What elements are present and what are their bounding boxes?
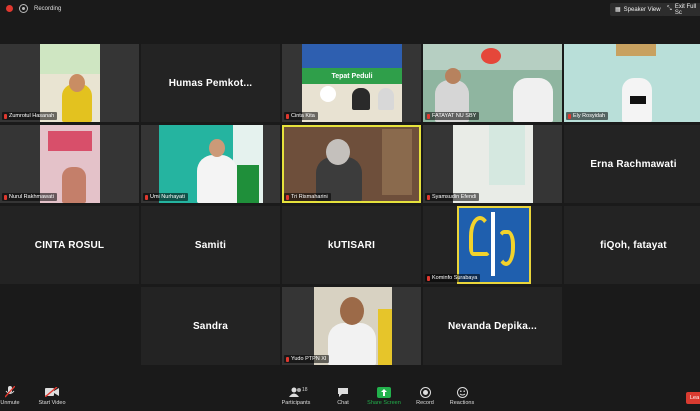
participant-display-name: fiQoh, fatayat	[600, 239, 667, 251]
meeting-toolbar: Unmute Start Video 18 Participants Chat …	[0, 384, 700, 411]
participant-tile[interactable]: Kominfo Surabaya	[423, 206, 562, 284]
mic-muted-icon	[4, 113, 7, 119]
gallery-grid: Zumrotul Hasanah Humas Pemkot... Tepat P…	[0, 44, 700, 368]
participant-display-name: Samiti	[194, 239, 227, 251]
video-off-icon	[45, 386, 59, 398]
participant-display-name: Sandra	[192, 320, 229, 332]
active-speaker-tile[interactable]: Tri Rismaharini	[282, 125, 421, 203]
chat-icon	[336, 386, 350, 398]
participant-tile[interactable]: Syamsudin Efendi	[423, 125, 562, 203]
participant-name-label: Nurul Rakhmawati	[2, 193, 57, 201]
participant-tile[interactable]: CINTA ROSUL	[0, 206, 139, 284]
meeting-top-bar: Recording ▦ Speaker View ⤡ Exit Full Sc	[0, 0, 700, 20]
mic-muted-icon	[4, 194, 7, 200]
participant-tile[interactable]: Yudo PTPN XI	[282, 287, 421, 365]
mic-muted-icon	[286, 356, 289, 362]
participant-tile[interactable]: Nevanda Depika...	[423, 287, 562, 365]
leave-button[interactable]: Lea	[686, 392, 700, 404]
mic-muted-icon	[3, 386, 17, 398]
participant-tile[interactable]: Zumrotul Hasanah	[0, 44, 139, 122]
share-screen-button[interactable]: Share Screen	[362, 386, 406, 406]
mic-muted-icon	[427, 113, 430, 119]
participant-tile[interactable]: Nurul Rakhmawati	[0, 125, 139, 203]
mic-muted-icon	[286, 194, 289, 200]
participant-tile[interactable]: fiQoh, fatayat	[564, 206, 700, 284]
participant-tile[interactable]: kUTISARI	[282, 206, 421, 284]
participants-icon	[289, 386, 303, 398]
grid-view-icon: ▦	[615, 7, 621, 13]
participant-name-label: Cinta Kita	[284, 112, 318, 120]
participant-tile[interactable]: Erna Rachmawati	[564, 125, 700, 203]
participant-tile[interactable]: Sandra	[141, 287, 280, 365]
participant-display-name: Erna Rachmawati	[590, 158, 677, 170]
exit-full-screen-button[interactable]: ⤡ Exit Full Sc	[662, 3, 700, 16]
mic-muted-icon	[145, 194, 148, 200]
share-screen-icon	[377, 386, 391, 398]
mic-muted-icon	[286, 113, 289, 119]
mic-muted-icon	[427, 275, 430, 281]
unmute-button[interactable]: Unmute	[0, 386, 32, 406]
banner-text: Tepat Peduli	[302, 68, 402, 84]
participant-tile[interactable]: Samiti	[141, 206, 280, 284]
participant-name-label: Zumrotul Hasanah	[2, 112, 58, 120]
participant-name-label: Kominfo Surabaya	[425, 274, 481, 282]
mic-muted-icon	[568, 113, 571, 119]
participant-tile[interactable]: Tepat Peduli Cinta Kita	[282, 44, 421, 122]
participant-name-label: Tri Rismaharini	[284, 193, 331, 201]
participant-display-name: Nevanda Depika...	[448, 320, 537, 332]
reactions-button[interactable]: Reactions	[440, 386, 484, 406]
participant-tile[interactable]: Humas Pemkot...	[141, 44, 280, 122]
participant-name-label: Syamsudin Efendi	[425, 193, 480, 201]
participant-name-label: Ely Rosyidah	[566, 112, 609, 120]
recording-indicator: Recording	[6, 4, 61, 13]
participants-button[interactable]: 18 Participants	[274, 386, 318, 406]
chat-button[interactable]: Chat	[321, 386, 365, 406]
mic-muted-icon	[427, 194, 430, 200]
record-icon	[418, 386, 432, 398]
participant-tile[interactable]: Umi Nurhayati	[141, 125, 280, 203]
participant-tile[interactable]: Ely Rosyidah	[564, 44, 700, 122]
participant-name-label: Umi Nurhayati	[143, 193, 188, 201]
participant-tile[interactable]: FATAYAT NU SBY	[423, 44, 562, 122]
record-dot-icon	[19, 4, 28, 13]
speaker-view-button[interactable]: ▦ Speaker View	[610, 3, 666, 16]
exit-full-icon: ⤡	[667, 6, 672, 12]
participant-display-name: CINTA ROSUL	[34, 239, 105, 251]
recording-label: Recording	[34, 5, 62, 12]
start-video-button[interactable]: Start Video	[30, 386, 74, 406]
participant-display-name: Humas Pemkot...	[168, 77, 253, 89]
reactions-icon	[455, 386, 469, 398]
participant-name-label: FATAYAT NU SBY	[425, 112, 480, 120]
participant-display-name: kUTISARI	[327, 239, 376, 251]
participant-name-label: Yudo PTPN XI	[284, 355, 330, 363]
participants-count: 18	[302, 387, 308, 393]
security-shield-icon[interactable]	[6, 5, 13, 12]
